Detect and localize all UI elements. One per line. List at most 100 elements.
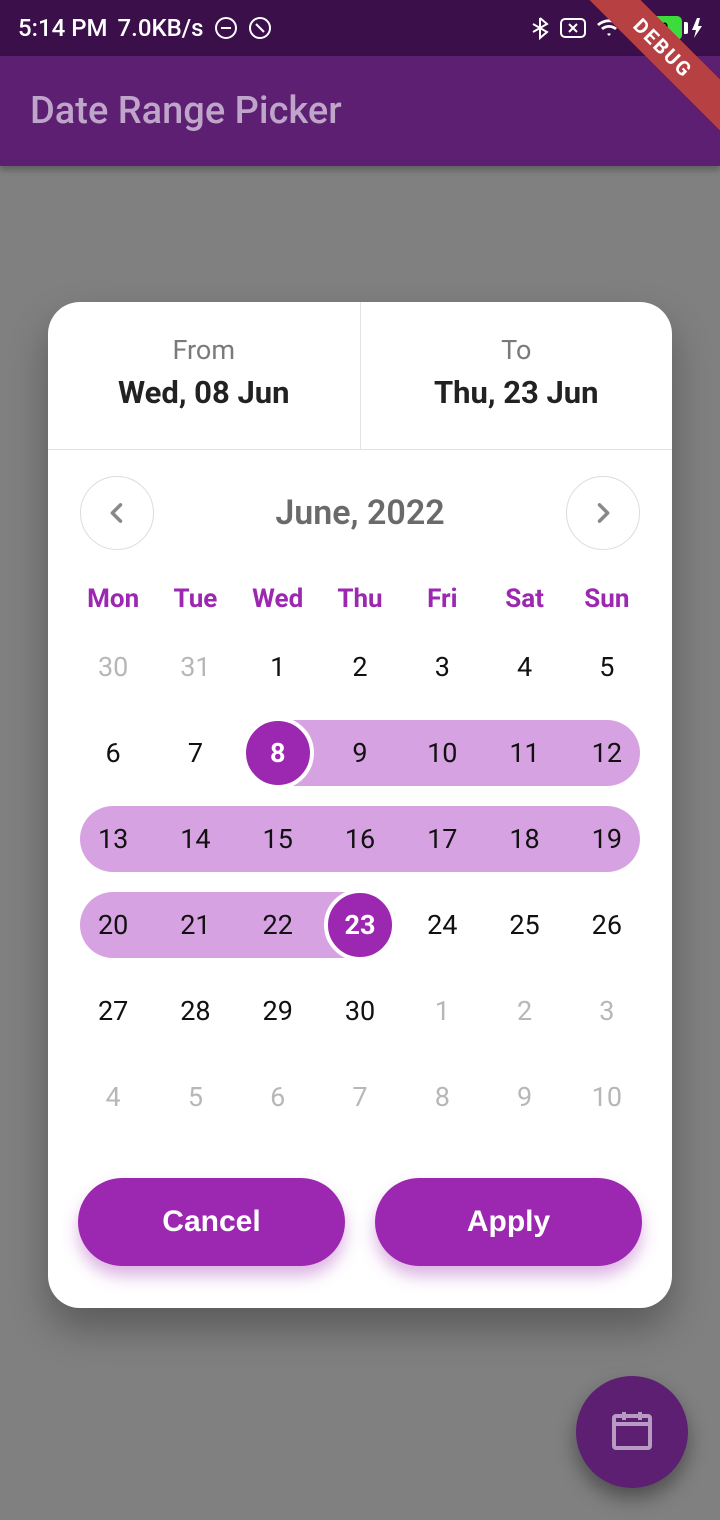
day-cell[interactable]: 8 <box>237 710 319 796</box>
day-cell: 1 <box>401 968 483 1054</box>
month-title: June, 2022 <box>275 493 444 533</box>
day-cell[interactable]: 17 <box>401 796 483 882</box>
day-number: 7 <box>352 1081 367 1113</box>
day-number: 6 <box>106 737 121 769</box>
day-cell[interactable]: 9 <box>319 710 401 796</box>
day-cell[interactable]: 18 <box>483 796 565 882</box>
day-cell[interactable]: 14 <box>154 796 236 882</box>
weekday-label: Sun <box>566 574 648 624</box>
day-cell[interactable]: 23 <box>319 882 401 968</box>
cancel-button[interactable]: Cancel <box>78 1178 345 1266</box>
day-cell[interactable]: 7 <box>154 710 236 796</box>
day-number: 27 <box>98 995 128 1027</box>
to-label: To <box>371 334 663 366</box>
day-number: 22 <box>263 909 293 941</box>
day-number: 21 <box>180 909 210 941</box>
day-number: 30 <box>98 651 128 683</box>
day-number: 25 <box>509 909 539 941</box>
day-cell[interactable]: 28 <box>154 968 236 1054</box>
dialog-actions: Cancel Apply <box>48 1152 672 1308</box>
day-number: 13 <box>98 823 128 855</box>
day-cell[interactable]: 20 <box>72 882 154 968</box>
day-cell: 10 <box>566 1054 648 1140</box>
calendar-icon <box>608 1406 656 1458</box>
apply-button[interactable]: Apply <box>375 1178 642 1266</box>
day-number: 30 <box>345 995 375 1027</box>
day-number: 19 <box>592 823 622 855</box>
fab-open-picker[interactable] <box>576 1376 688 1488</box>
day-cell[interactable]: 19 <box>566 796 648 882</box>
day-cell[interactable]: 11 <box>483 710 565 796</box>
day-cell: 5 <box>154 1054 236 1140</box>
range-header: From Wed, 08 Jun To Thu, 23 Jun <box>48 302 672 450</box>
day-cell[interactable]: 24 <box>401 882 483 968</box>
day-cell[interactable]: 5 <box>566 624 648 710</box>
weekday-row: MonTueWedThuFriSatSun <box>48 574 672 624</box>
day-number: 5 <box>599 651 614 683</box>
day-cell[interactable]: 4 <box>483 624 565 710</box>
day-number: 10 <box>592 1081 622 1113</box>
weekday-label: Thu <box>319 574 401 624</box>
wifi-icon <box>596 18 622 38</box>
day-cell[interactable]: 1 <box>237 624 319 710</box>
day-number: 6 <box>270 1081 285 1113</box>
status-bar: 5:14 PM 7.0KB/s 100 <box>0 0 720 56</box>
day-number: 29 <box>263 995 293 1027</box>
weekday-label: Fri <box>401 574 483 624</box>
from-header[interactable]: From Wed, 08 Jun <box>48 302 361 449</box>
days-grid: 3031123456789101112131415161718192021222… <box>48 624 672 1152</box>
close-box-icon <box>560 18 586 38</box>
day-cell[interactable]: 6 <box>72 710 154 796</box>
day-number: 1 <box>435 995 450 1027</box>
day-number: 26 <box>592 909 622 941</box>
weekday-label: Mon <box>72 574 154 624</box>
day-cell[interactable]: 13 <box>72 796 154 882</box>
to-date: Thu, 23 Jun <box>371 374 663 411</box>
app-bar: Date Range Picker <box>0 56 720 166</box>
day-number: 24 <box>427 909 457 941</box>
weekday-label: Wed <box>237 574 319 624</box>
day-number: 7 <box>188 737 203 769</box>
day-cell[interactable]: 26 <box>566 882 648 968</box>
auto-rotate-off-icon <box>248 16 272 40</box>
day-cell[interactable]: 3 <box>401 624 483 710</box>
day-cell: 9 <box>483 1054 565 1140</box>
day-number: 14 <box>180 823 210 855</box>
to-header[interactable]: To Thu, 23 Jun <box>361 302 673 449</box>
day-number: 4 <box>517 651 532 683</box>
day-number: 10 <box>427 737 457 769</box>
day-cell[interactable]: 21 <box>154 882 236 968</box>
day-number: 17 <box>427 823 457 855</box>
day-number: 12 <box>592 737 622 769</box>
day-number: 18 <box>509 823 539 855</box>
status-time: 5:14 PM <box>18 14 108 42</box>
day-cell: 7 <box>319 1054 401 1140</box>
day-cell[interactable]: 16 <box>319 796 401 882</box>
from-date: Wed, 08 Jun <box>58 374 350 411</box>
date-range-dialog: From Wed, 08 Jun To Thu, 23 Jun June, 20… <box>48 302 672 1308</box>
day-number: 11 <box>509 737 539 769</box>
day-number: 15 <box>263 823 293 855</box>
day-cell[interactable]: 30 <box>319 968 401 1054</box>
day-cell[interactable]: 15 <box>237 796 319 882</box>
day-cell[interactable]: 27 <box>72 968 154 1054</box>
day-number: 16 <box>345 823 375 855</box>
day-cell[interactable]: 2 <box>319 624 401 710</box>
day-cell[interactable]: 22 <box>237 882 319 968</box>
day-number: 8 <box>435 1081 450 1113</box>
day-number: 2 <box>352 651 367 683</box>
day-number: 4 <box>106 1081 121 1113</box>
day-cell: 3 <box>566 968 648 1054</box>
day-cell[interactable]: 10 <box>401 710 483 796</box>
day-number: 5 <box>188 1081 203 1113</box>
day-cell[interactable]: 12 <box>566 710 648 796</box>
weekday-label: Sat <box>483 574 565 624</box>
page-title: Date Range Picker <box>30 89 342 133</box>
day-cell[interactable]: 25 <box>483 882 565 968</box>
day-cell[interactable]: 29 <box>237 968 319 1054</box>
battery-level: 100 <box>632 16 682 40</box>
prev-month-button[interactable] <box>80 476 154 550</box>
next-month-button[interactable] <box>566 476 640 550</box>
day-number: 9 <box>517 1081 532 1113</box>
day-cell: 2 <box>483 968 565 1054</box>
